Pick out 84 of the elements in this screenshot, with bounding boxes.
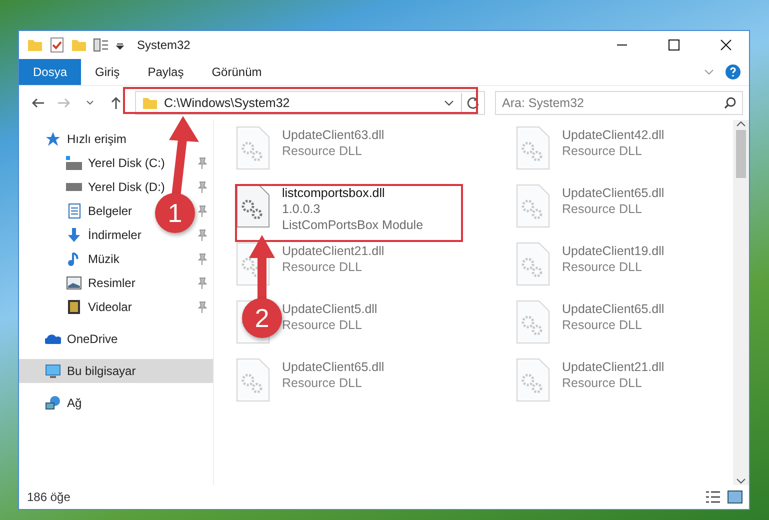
file-detail: Resource DLL [282,260,363,274]
file-detail: Resource DLL [562,318,643,332]
scroll-up-icon[interactable] [736,120,746,128]
gear-file-icon [516,184,550,228]
pin-icon [197,253,207,265]
up-arrow-icon [110,96,122,110]
properties-icon [93,37,109,53]
gear-file-icon [236,126,270,170]
maximize-icon [668,39,680,51]
scrollbar[interactable] [733,120,749,485]
network-icon [45,395,61,411]
item-count: 186 öğe [27,490,70,504]
ribbon-tab[interactable]: Paylaş [134,59,198,85]
file-name[interactable]: UpdateClient5.dll [282,302,378,316]
details-view-icon [705,490,721,504]
star-icon [45,131,61,147]
pin-icon [197,205,207,217]
pin-icon [197,157,207,169]
nav-item[interactable]: Resimler [88,276,136,290]
drive-icon [66,183,82,191]
thumbnail-view-icon [727,490,743,504]
file-detail: Resource DLL [282,318,363,332]
nav-item[interactable]: Müzik [88,252,120,266]
file-detail: Resource DLL [562,260,643,274]
gear-file-icon [516,300,550,344]
drive-icon [66,156,82,170]
file-name[interactable]: UpdateClient21.dll [282,244,384,258]
ribbon-tab[interactable]: Dosya [19,59,82,85]
folder-icon [27,37,43,53]
window-title: System32 [137,38,190,52]
pin-icon [197,301,207,313]
search-icon [724,97,736,109]
pin-icon [197,229,207,241]
gear-file-icon [516,126,550,170]
file-name[interactable]: listcomportsbox.dll [282,186,424,200]
file-name[interactable]: UpdateClient65.dll [562,302,664,316]
file-name[interactable]: UpdateClient19.dll [562,244,664,258]
forward-arrow-icon [57,97,71,109]
nav-item[interactable]: Hızlı erişim [67,132,126,146]
file-detail: Resource DLL [562,144,643,158]
document-icon [66,203,82,219]
search-field[interactable]: Ara: System32 [495,91,743,115]
nav-item[interactable]: Yerel Disk (D:) [88,180,165,194]
ribbon-tab[interactable]: Görünüm [198,59,276,85]
file-name[interactable]: UpdateClient63.dll [282,128,384,142]
file-name[interactable]: UpdateClient42.dll [562,128,664,142]
film-icon [66,299,82,315]
picture-icon [66,275,82,291]
scroll-down-icon[interactable] [736,477,746,485]
folder-icon [71,37,87,53]
gear-file-icon [516,242,550,286]
file-detail: ListComPortsBox Module [282,218,424,232]
close-icon [720,39,732,51]
file-name[interactable]: UpdateClient65.dll [562,186,664,200]
nav-item[interactable]: İndirmeler [88,228,142,242]
file-detail: Resource DLL [282,376,363,390]
folder-icon [142,95,158,111]
gear-file-icon [236,184,270,228]
monitor-icon [45,363,61,379]
gear-file-icon [236,358,270,402]
checklist-icon [49,37,65,53]
file-name[interactable]: UpdateClient21.dll [562,360,664,374]
file-name[interactable]: UpdateClient65.dll [282,360,384,374]
download-icon [66,227,82,243]
ribbon-tab[interactable]: Giriş [81,59,134,85]
chevron-down-icon [85,99,95,107]
gear-file-icon [516,358,550,402]
file-detail: 1.0.0.3 [282,202,322,216]
back-arrow-icon [31,97,45,109]
help-icon [725,64,741,80]
nav-item[interactable]: Bu bilgisayar [67,364,136,378]
address-field[interactable]: C:\Windows\System32 [135,91,485,115]
nav-item[interactable]: Belgeler [88,204,132,218]
scrollbar-thumb[interactable] [736,130,746,178]
file-detail: Resource DLL [562,202,643,216]
nav-item[interactable]: Ağ [67,396,82,410]
nav-item[interactable]: Yerel Disk (C:) [88,156,165,170]
file-detail: Resource DLL [562,376,643,390]
nav-item[interactable]: Videolar [88,300,132,314]
nav-item[interactable]: OneDrive [67,332,118,346]
file-detail: Resource DLL [282,144,363,158]
refresh-icon [466,96,480,110]
pin-icon [197,277,207,289]
pin-icon [197,181,207,193]
